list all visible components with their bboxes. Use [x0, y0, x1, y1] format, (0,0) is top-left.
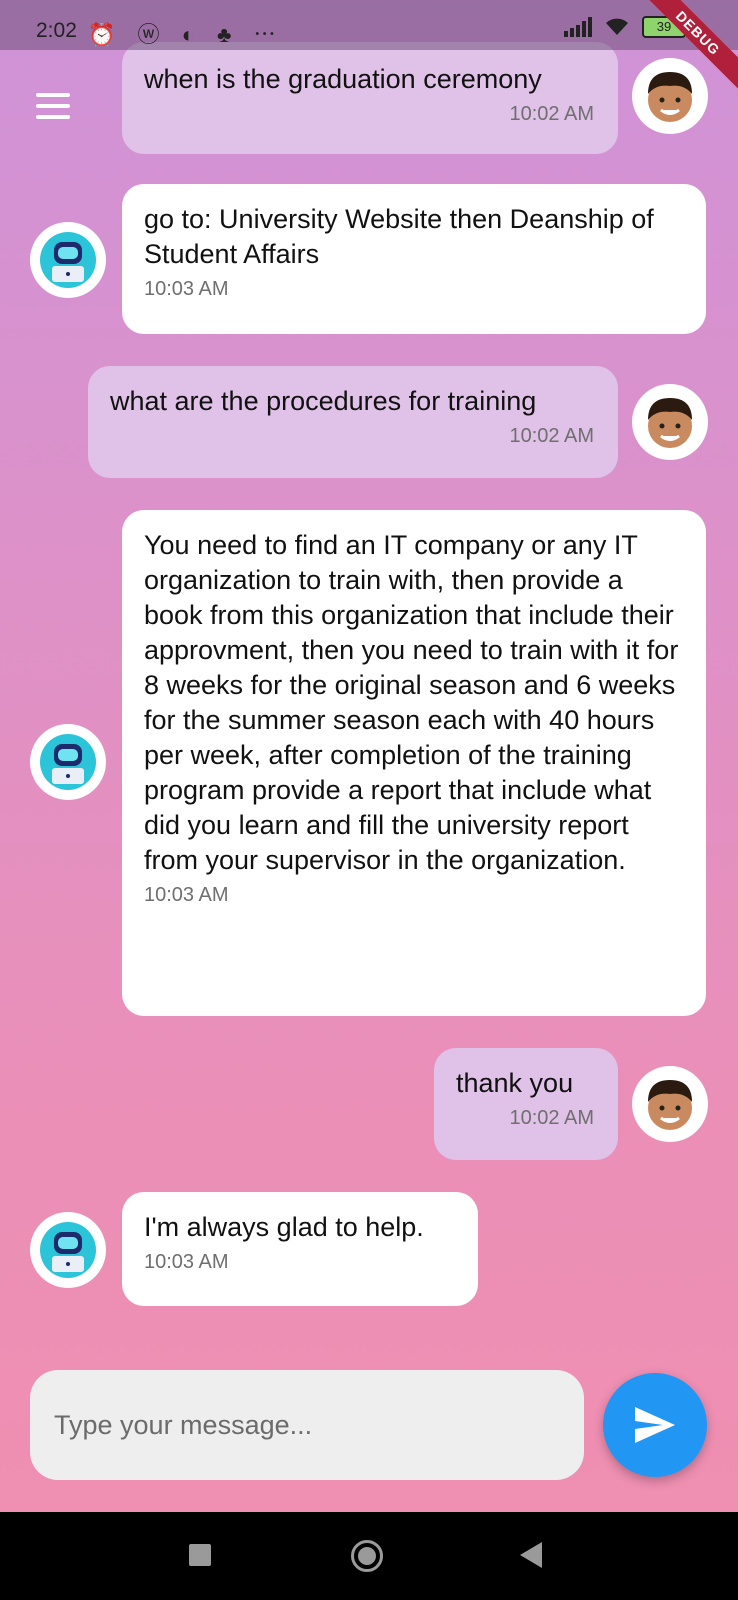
hamburger-menu-icon[interactable]: [36, 93, 70, 126]
bot-avatar: [30, 222, 106, 298]
message-text: what are the procedures for training: [110, 386, 537, 416]
message-time: 10:02 AM: [509, 425, 594, 447]
message-text: go to: University Website then Deanship …: [144, 204, 654, 269]
back-button[interactable]: [520, 1542, 542, 1568]
bot-avatar: [30, 724, 106, 800]
message-time: 10:03 AM: [144, 278, 229, 300]
message-input[interactable]: [52, 1400, 556, 1450]
user-message-bubble: what are the procedures for training 10:…: [88, 366, 618, 478]
signal-icon: [564, 17, 592, 37]
user-face-icon: [648, 72, 692, 122]
notification-icons: ⏰ ⓦ ◐ ♣ ⋯: [88, 22, 284, 47]
message-time: 10:02 AM: [509, 103, 594, 125]
send-icon: [635, 1407, 675, 1443]
robot-icon: [40, 232, 96, 288]
battery-level: 39: [656, 19, 672, 34]
message-text: thank you: [456, 1068, 574, 1098]
user-message-bubble: thank you 10:02 AM: [434, 1048, 618, 1160]
robot-icon: [40, 1222, 96, 1278]
message-text: I'm always glad to help.: [144, 1212, 424, 1242]
bot-message-bubble: You need to find an IT company or any IT…: [122, 510, 706, 1016]
status-time: 2:02: [36, 19, 77, 42]
message-text: You need to find an IT company or any IT…: [144, 530, 679, 875]
user-avatar: [632, 1066, 708, 1142]
user-avatar: [632, 58, 708, 134]
message-text: when is the graduation ceremony: [144, 64, 542, 94]
bot-avatar: [30, 1212, 106, 1288]
user-face-icon: [648, 398, 692, 448]
message-time: 10:03 AM: [144, 884, 229, 906]
status-bar: 2:02 ⏰ ⓦ ◐ ♣ ⋯ 39: [0, 0, 738, 50]
send-button[interactable]: [603, 1373, 707, 1477]
bot-message-bubble: I'm always glad to help. 10:03 AM: [122, 1192, 478, 1306]
user-message-bubble: when is the graduation ceremony 10:02 AM: [122, 42, 618, 154]
recents-button[interactable]: [189, 1544, 211, 1566]
home-button[interactable]: [351, 1540, 383, 1572]
robot-icon: [40, 734, 96, 790]
message-input-container[interactable]: [30, 1370, 584, 1480]
wifi-icon: [606, 18, 628, 35]
system-navigation-bar: [0, 1512, 738, 1600]
message-time: 10:03 AM: [144, 1251, 229, 1273]
message-time: 10:02 AM: [509, 1107, 594, 1129]
user-avatar: [632, 384, 708, 460]
bot-message-bubble: go to: University Website then Deanship …: [122, 184, 706, 334]
system-icons: 39: [564, 16, 686, 38]
user-face-icon: [648, 1080, 692, 1130]
